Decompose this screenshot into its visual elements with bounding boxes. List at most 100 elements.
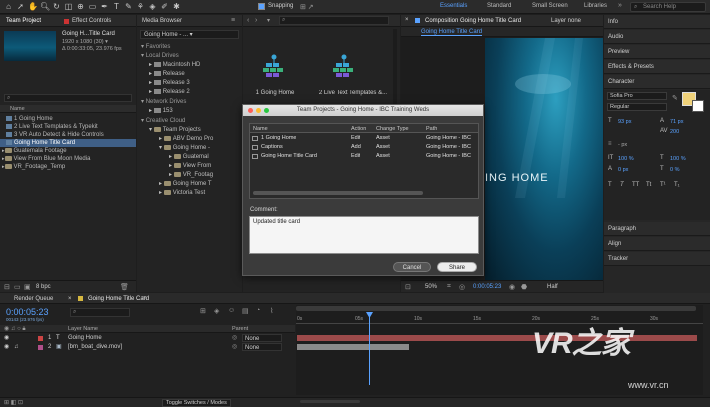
parent-dropdown[interactable]: None xyxy=(242,343,282,351)
team-project-subitem[interactable]: ▸ View From xyxy=(169,162,211,171)
brush-tool-icon[interactable]: ✎ xyxy=(124,2,133,11)
playhead-line[interactable] xyxy=(369,313,370,385)
rotate-tool-icon[interactable]: ↻ xyxy=(52,2,61,11)
grid-item-live-text[interactable] xyxy=(327,53,361,81)
pan-behind-tool-icon[interactable]: ⊕ xyxy=(76,2,85,11)
roto-tool-icon[interactable]: ✐ xyxy=(160,2,169,11)
subtab-going-home-title-card[interactable]: Going Home Title Card xyxy=(421,29,483,36)
column-parent[interactable]: Parent xyxy=(232,326,248,332)
drive-item[interactable]: ▸ 153 xyxy=(149,107,173,116)
stroke-width-value[interactable]: - px xyxy=(618,142,627,148)
minimize-window-button[interactable] xyxy=(256,108,261,113)
team-projects-item[interactable]: ▾ Team Projects xyxy=(149,126,201,135)
media-path-dropdown[interactable]: Going Home - ... ▾ xyxy=(140,30,239,39)
mask-visibility-icon[interactable]: ◎ xyxy=(459,283,465,291)
panel-effects-presets[interactable]: Effects & Presets xyxy=(604,60,710,74)
share-button[interactable]: Share xyxy=(437,262,477,272)
grid-item-label[interactable]: 1 Going Home xyxy=(247,90,303,96)
column-header-name[interactable]: Name xyxy=(253,126,268,132)
resolution-dropdown[interactable]: Half xyxy=(547,284,558,290)
column-header-change-type[interactable]: Change Type xyxy=(376,126,409,132)
team-project-item[interactable]: ▸ ABV Demo Pro xyxy=(159,135,213,144)
motion-blur-icon[interactable]: ◔ xyxy=(256,307,260,314)
section-creative-cloud[interactable]: ▾ Creative Cloud xyxy=(141,117,185,126)
hand-tool-icon[interactable]: ✋ xyxy=(28,2,38,11)
timeline-search-input[interactable]: ⌕ xyxy=(70,308,130,317)
visibility-eye-icon[interactable]: ◉ xyxy=(4,343,9,351)
font-family-dropdown[interactable]: Sofia Pro xyxy=(607,92,667,100)
timeline-current-time[interactable]: 0:00:05:23 xyxy=(6,307,49,317)
tab-layer[interactable]: Layer none xyxy=(551,18,581,24)
table-horizontal-scrollbar[interactable] xyxy=(253,191,423,195)
panel-menu-icon[interactable]: ≡ xyxy=(231,17,235,24)
grid-item-going-home[interactable] xyxy=(257,53,291,81)
composition-viewer[interactable]: ING HOME xyxy=(485,38,603,280)
current-time-display[interactable]: 0:00:05:23 xyxy=(473,284,501,290)
panel-menu-icon[interactable]: ≡ xyxy=(142,295,146,302)
rectangle-tool-icon[interactable]: ▭ xyxy=(88,2,97,11)
layer-label-color[interactable] xyxy=(38,336,43,341)
snapshot-icon[interactable]: ◉ xyxy=(509,283,515,291)
lock-icon[interactable] xyxy=(415,18,420,23)
workspace-tab-essentials[interactable]: Essentials xyxy=(440,3,467,9)
project-item[interactable]: 2 Live Text Templates & Typekit xyxy=(0,123,136,131)
workspace-tab-small-screen[interactable]: Small Screen xyxy=(532,3,568,9)
section-favorites[interactable]: ▾ Favorites xyxy=(141,43,170,52)
nav-back-icon[interactable]: ‹ xyxy=(247,17,249,24)
eyedropper-icon[interactable]: ✎ xyxy=(672,94,678,102)
comment-textarea[interactable]: Updated title card xyxy=(249,216,479,254)
draft-3d-icon[interactable]: ◈ xyxy=(214,307,219,315)
workspace-tab-libraries[interactable]: Libraries xyxy=(584,3,607,9)
parent-dropdown[interactable]: None xyxy=(242,334,282,342)
filter-icon[interactable]: ▾ xyxy=(267,17,270,24)
stroke-color-swatch[interactable] xyxy=(692,100,704,112)
timeline-zoom-slider[interactable] xyxy=(300,400,360,403)
row-checkbox[interactable] xyxy=(252,136,258,141)
new-composition-icon[interactable]: ▣ xyxy=(24,283,31,291)
timeline-layer-row[interactable]: ◉ 1 T Going Home ◎ None xyxy=(0,334,295,342)
horizontal-scale-value[interactable]: 100 % xyxy=(670,156,686,162)
row-checkbox[interactable] xyxy=(252,145,258,150)
vertical-scale-value[interactable]: 100 % xyxy=(618,156,634,162)
tab-effect-controls[interactable]: Effect Controls xyxy=(72,18,111,24)
pickwhip-icon[interactable]: ◎ xyxy=(232,343,237,351)
zoom-dropdown[interactable]: 50% xyxy=(425,284,437,290)
column-layer-name[interactable]: Layer Name xyxy=(68,326,98,332)
small-caps-button[interactable]: Tt xyxy=(646,182,651,188)
frame-blending-icon[interactable]: ▤ xyxy=(242,307,249,315)
layer-duration-bar-2[interactable] xyxy=(297,344,409,350)
nav-forward-icon[interactable]: › xyxy=(255,17,257,24)
tab-team-project[interactable]: Team Project xyxy=(6,18,41,24)
snapping-checkbox[interactable] xyxy=(258,3,265,10)
tab-media-browser[interactable]: Media Browser xyxy=(142,18,182,24)
team-project-subitem[interactable]: ▸ Guatemal xyxy=(169,153,209,162)
font-style-dropdown[interactable]: Regular xyxy=(607,103,667,111)
pickwhip-icon[interactable]: ◎ xyxy=(232,334,237,342)
grid-search-input[interactable]: ⌕ xyxy=(279,16,389,25)
layer-duration-bar-1[interactable] xyxy=(297,335,697,341)
panel-preview[interactable]: Preview xyxy=(604,45,710,59)
layer-name[interactable]: Going Home xyxy=(68,334,102,342)
graph-editor-icon[interactable]: ⌇ xyxy=(270,307,273,315)
panel-paragraph[interactable]: Paragraph xyxy=(604,222,710,236)
grid-guides-icon[interactable]: ⌗ xyxy=(447,283,451,291)
faux-bold-button[interactable]: T xyxy=(608,182,612,188)
workspace-tab-standard[interactable]: Standard xyxy=(487,3,511,9)
table-row[interactable]: 1 Going Home Edit Asset Going Home - IBC xyxy=(250,134,478,143)
tab-going-home-title-card[interactable]: Going Home Title Card xyxy=(88,296,149,302)
search-help-input[interactable]: ⌕ Search Help xyxy=(630,2,706,12)
cancel-button[interactable]: Cancel xyxy=(393,262,431,272)
panel-align[interactable]: Align xyxy=(604,237,710,251)
drive-item[interactable]: ▸ Release xyxy=(149,70,185,79)
column-header-path[interactable]: Path xyxy=(426,126,437,132)
column-header-action[interactable]: Action xyxy=(351,126,366,132)
superscript-button[interactable]: T¹ xyxy=(660,182,666,188)
team-project-item[interactable]: ▸ Going Home T xyxy=(159,180,212,189)
zoom-tool-icon[interactable]: 🔍︎ xyxy=(40,2,50,11)
team-project-item[interactable]: ▸ Victoria Test xyxy=(159,189,205,198)
grid-item-label[interactable]: 2 Live Text Templates &... xyxy=(313,90,393,96)
subscript-button[interactable]: T₁ xyxy=(674,182,680,188)
layer-label-color[interactable] xyxy=(38,345,43,350)
close-tab-icon[interactable]: × xyxy=(405,17,409,23)
project-item[interactable]: 3 VR Auto Detect & Hide Controls xyxy=(0,131,136,139)
